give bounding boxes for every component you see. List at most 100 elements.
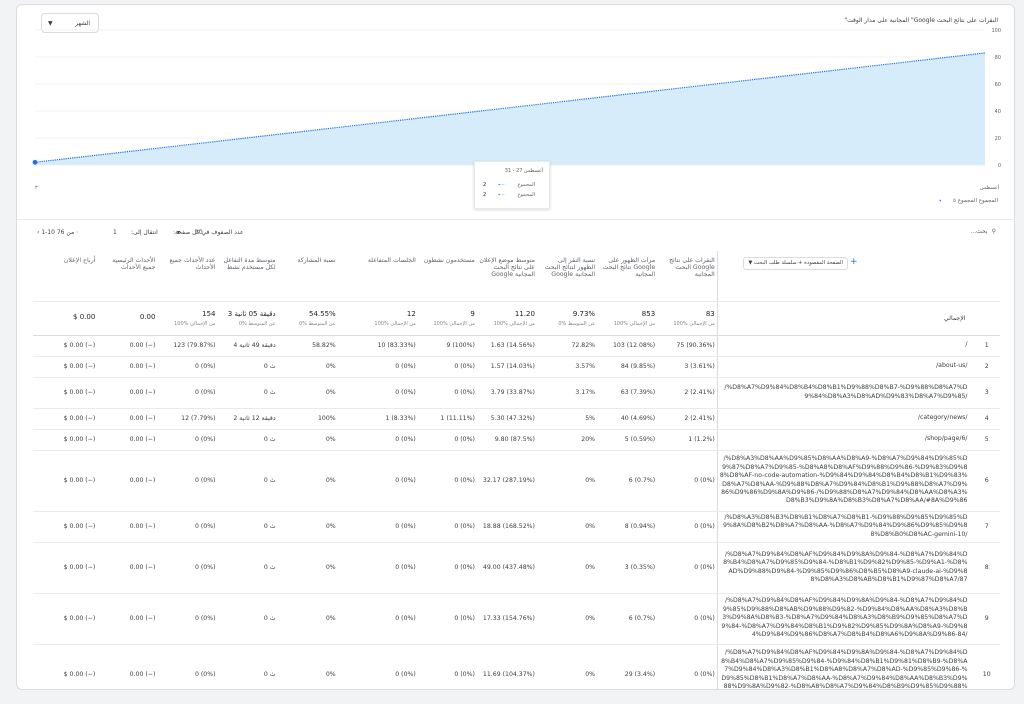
col-header-key-events[interactable]: الأحداث الرئيسية جميع الأحداث (97, 251, 158, 302)
y-tick-label: 60 (995, 82, 1001, 88)
legend-item[interactable]: المجموع ٥ (953, 198, 977, 204)
tooltip-row-value: 2 (483, 182, 487, 188)
table-row[interactable]: $ 0.00 (−) 0.00 (−) 0 (0%) 0 ث 0% 0 (0%) 0 (0%… (33, 644, 1000, 689)
table-row[interactable]: $ 0.00 (−) 0.00 (−) 0 (0%) 0 ث 0% 0 (0%) 0 (0%… (33, 356, 1000, 378)
table-row[interactable]: $ 0.00 (−) 0.00 (−) 0 (0%) 0 ث 0% 0 (0%) 0 (0%… (33, 429, 1000, 451)
col-header-impressions[interactable]: مرات الظهور على نتائج البحث Google المجا… (597, 251, 658, 302)
caret-down-icon[interactable]: ▾ (177, 229, 180, 236)
table-cell: 2 دقيقة 12 ثانية (217, 408, 278, 430)
table-cell: 0% (536, 593, 598, 645)
table-cell: 3 (0.35%) (597, 542, 658, 594)
table-cell: 1 (11.11%) (417, 408, 477, 430)
table-cell: 0.00 (−) (97, 356, 158, 378)
pagination: ‹ 1-10 من 76 › (37, 229, 79, 236)
table-cell: 0 (0%) (337, 356, 418, 378)
table-cell: 0.00 (−) (97, 377, 158, 409)
rows-per-page-label: عدد الصفوف في كل صفحة: (173, 229, 244, 236)
table-cell: 0.00 (−) (97, 511, 158, 543)
table-cell: 0 (0%) (417, 356, 477, 378)
table-cell: 9.80 (87.5%) (476, 429, 537, 451)
table-cell: 0% (277, 542, 338, 594)
row-index: 4 (973, 408, 1000, 430)
goto-input[interactable]: 1 (113, 229, 117, 236)
table-cell: 0 (0%) (657, 542, 718, 594)
table-cell: 0% (536, 644, 598, 689)
table-cell: 0 (0%) (417, 542, 477, 594)
table-cell: 0.00 (−) (97, 644, 158, 689)
page-path-cell[interactable]: /%D8%A7%D9%84%D8%AF%D9%84%D9%8A%D9%84-%D… (716, 644, 974, 689)
prev-page-icon[interactable]: ‹ (37, 229, 39, 236)
tooltip-row: المجموع ⬩⋯ 2 (475, 192, 543, 200)
table-cell: 0 (0%) (417, 644, 477, 689)
page-path-cell[interactable]: /%D8%A7%D9%84%D8%B4%D8%B1%D9%88%D8%B7-%D… (716, 377, 974, 409)
table-cell: 3 (3.61%) (657, 356, 718, 378)
report-card: النقرات على نتائج البحث Google" المجانية… (16, 4, 1015, 690)
table-row[interactable]: $ 0.00 (−) 0.00 (−) 0 (0%) 0 ث 0% 0 (0%) 0 (0%… (33, 542, 1000, 594)
table-cell: 0 (0%) (157, 450, 218, 512)
col-header-active-users[interactable]: مستخدمون نشطون (417, 251, 477, 302)
table-cell: 6 (0.7%) (597, 593, 658, 645)
col-header-engaged-sessions[interactable]: الجلسات المتفاعلة (337, 251, 418, 302)
table-cell: $ 0.00 (−) (33, 429, 98, 451)
table-cell: 0 (0%) (337, 593, 418, 645)
rows-per-page-select[interactable]: 10 (195, 229, 203, 236)
table-cell: 0 (0%) (157, 644, 218, 689)
pagination-range: 1-10 من 76 (41, 229, 75, 236)
table-row[interactable]: $ 0.00 (−) 0.00 (−) 0 (0%) 0 ث 0% 0 (0%) 0 (0%… (33, 511, 1000, 543)
table-cell: 12 (7.79%) (157, 408, 218, 430)
add-dimension-icon[interactable]: + (850, 257, 858, 267)
page-path-cell[interactable]: /about-us/ (716, 356, 974, 378)
table-cell: 0 (0%) (337, 511, 418, 543)
table-cell: 1 (1.2%) (657, 429, 718, 451)
total-cell: 0.00 (97, 301, 158, 336)
table-cell: 0% (277, 593, 338, 645)
dimension-selector[interactable]: الصفحة المقصودة + سلسلة طلب البحث ▼ + (716, 251, 974, 302)
search-input[interactable]: بحث... (970, 228, 987, 235)
table-cell: 84 (9.85%) (597, 356, 658, 378)
table-cell: 0% (536, 450, 598, 512)
col-header-ad-revenue[interactable]: أرباح الإعلان (33, 251, 98, 302)
series-marker-icon: ⬩⋯ (498, 182, 505, 188)
table-cell: $ 0.00 (−) (33, 377, 98, 409)
col-header-engagement-rate[interactable]: نسبة المشاركة (277, 251, 338, 302)
col-header-avg-position[interactable]: متوسط موضع الإعلان على نتائج البحث Googl… (476, 251, 537, 302)
dimension-dropdown[interactable]: الصفحة المقصودة + سلسلة طلب البحث ▼ (743, 257, 848, 270)
page-path-cell[interactable]: /shop/page/6/ (716, 429, 974, 451)
page-path-cell[interactable]: /%D8%A7%D9%84%D8%AF%D9%84%D9%8A%D9%84-%D… (716, 593, 974, 645)
table-cell: 0 (0%) (337, 644, 418, 689)
page-path-cell[interactable]: /%D8%A3%D8%AA%D9%85%D8%AA%D8%A9-%D8%A7%D… (716, 450, 974, 512)
page-path-cell[interactable]: /category/news/ (716, 408, 974, 430)
table-row[interactable]: $ 0.00 (−) 0.00 (−) 0 (0%) 0 ث 0% 0 (0%) 0 (0%… (33, 450, 1000, 512)
page-path-cell[interactable]: / (716, 335, 974, 357)
table-cell: 0 (0%) (417, 377, 477, 409)
table-cell: 0 (0%) (157, 356, 218, 378)
col-header-avg-engagement[interactable]: متوسط مدة التفاعل لكل مستخدم نشط (217, 251, 278, 302)
chart-legend: ⬩ المجموع المجموع ٥ (929, 198, 998, 205)
page-path-cell[interactable]: /%D8%A3%D8%B3%D8%B1%D8%A7%D8%B1-%D9%88%D… (716, 511, 974, 543)
search-box[interactable]: ⚲ بحث... (970, 228, 1000, 235)
table-row[interactable]: $ 0.00 (−) 0.00 (−) 12 (7.79%) 2 دقيقة 12 ث… (33, 408, 1000, 430)
col-header-event-count[interactable]: عدد الأحداث جميع الأحداث (157, 251, 218, 302)
col-header-ctr[interactable]: نسبة النقر إلى الظهور لنتائج البحث Googl… (536, 251, 598, 302)
table-cell: 0 (0%) (337, 429, 418, 451)
table-cell: 5% (536, 408, 598, 430)
row-index: 8 (973, 542, 1000, 594)
table-cell: 0 ث (217, 356, 278, 378)
col-header-clicks[interactable]: النقرات على نتائج البحث Google المجانية (657, 251, 718, 302)
table-cell: 3.17% (536, 377, 598, 409)
table-row[interactable]: $ 0.00 (−) 0.00 (−) 0 (0%) 0 ث 0% 0 (0%) 0 (0%… (33, 593, 1000, 645)
table-row[interactable]: $ 0.00 (−) 0.00 (−) 0 (0%) 0 ث 0% 0 (0%) 0 (0%… (33, 377, 1000, 409)
table-cell: $ 0.00 (−) (33, 644, 98, 689)
total-cell: 853 100% من الإجمالي (597, 301, 658, 336)
tooltip-row-label: المجموع (517, 192, 536, 198)
data-table: أرباح الإعلان الأحداث الرئيسية جميع الأح… (33, 251, 1000, 689)
table-row[interactable]: $ 0.00 (−) 0.00 (−) 123 (79.87%) 4 دقيقة 49… (33, 335, 1000, 357)
totals-label: الإجمالي (716, 301, 974, 336)
next-page-icon[interactable]: › (76, 229, 78, 236)
table-cell: $ 0.00 (−) (33, 542, 98, 594)
table-cell: 0 ث (217, 450, 278, 512)
y-tick-label: 20 (995, 136, 1001, 142)
row-index: 5 (973, 429, 1000, 451)
page-path-cell[interactable]: /%D8%A7%D9%84%D8%AF%D9%84%D9%8A%D9%84-%D… (716, 542, 974, 594)
row-index: 7 (973, 511, 1000, 543)
